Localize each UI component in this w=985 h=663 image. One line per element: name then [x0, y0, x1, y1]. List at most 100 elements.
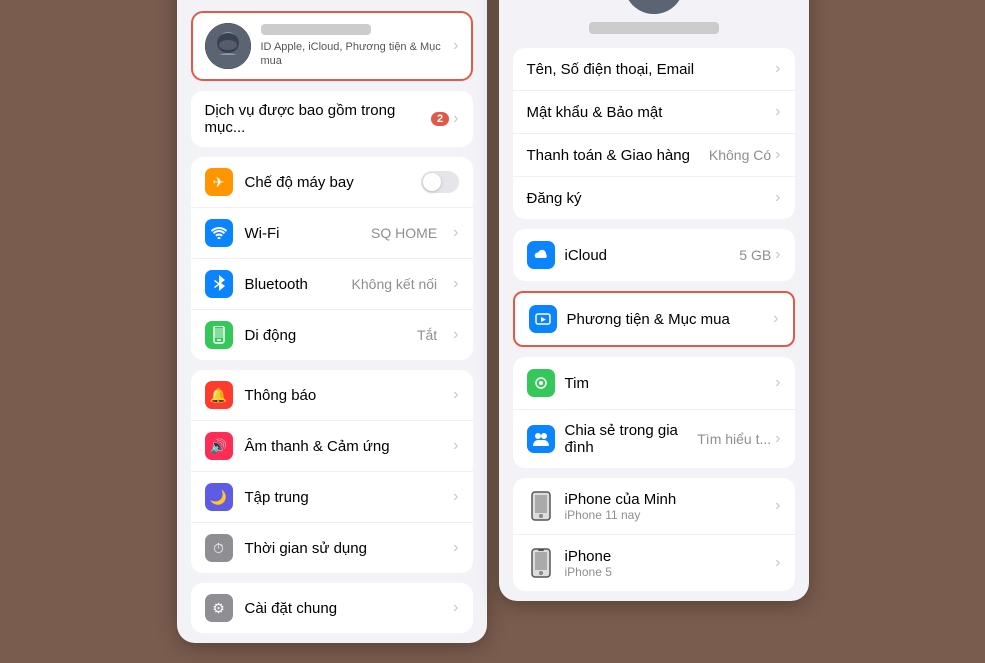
airplane-label: Chế độ máy bay — [245, 174, 409, 191]
screens-container: Cài đặt 🔍 Tìm kiếm — [157, 0, 829, 663]
icloud-label: iCloud — [565, 247, 740, 264]
profile-name-blurred — [261, 24, 371, 35]
right-row-payment-value: Không Có — [709, 147, 771, 163]
notification-icon: 🔔 — [205, 381, 233, 409]
general-icon: ⚙ — [205, 594, 233, 622]
settings-row-bluetooth[interactable]: Bluetooth Không kết nối › — [191, 259, 473, 310]
media-icon — [529, 305, 557, 333]
settings-row-screen-time[interactable]: ⏱ Thời gian sử dụng › — [191, 523, 473, 573]
icloud-value: 5 GB — [739, 247, 771, 263]
right-profile-section — [499, 0, 809, 48]
wifi-chevron: › — [453, 224, 458, 242]
notification-chevron: › — [453, 386, 458, 404]
profile-sub-text: ID Apple, iCloud, Phương tiện & Mục mua — [261, 40, 444, 69]
settings-row-airplane[interactable]: ✈ Chế độ máy bay — [191, 157, 473, 208]
right-more-section: Tim › Chia sẻ trong gia đình Tìm hiểu t.… — [513, 357, 795, 468]
settings-section-2: 🔔 Thông báo › 🔊 Âm thanh & Cảm ứng › 🌙 T… — [191, 370, 473, 573]
right-info-section: Tên, Số điện thoại, Email › Mật khẩu & B… — [513, 48, 795, 219]
focus-chevron: › — [453, 488, 458, 506]
profile-row[interactable]: ID Apple, iCloud, Phương tiện & Mục mua … — [191, 11, 473, 81]
general-chevron: › — [453, 599, 458, 617]
right-row-subscription[interactable]: Đăng ký › — [513, 177, 795, 219]
general-label: Cài đặt chung — [245, 600, 442, 617]
settings-section-1: ✈ Chế độ máy bay Wi-Fi SQ HOME › — [191, 157, 473, 360]
device-name-1: iPhone của Minh — [565, 491, 766, 508]
right-row-payment-chevron: › — [775, 146, 780, 164]
right-row-name-chevron: › — [775, 60, 780, 78]
icloud-chevron: › — [775, 246, 780, 264]
device-name-2: iPhone — [565, 548, 766, 565]
right-name-blurred — [589, 22, 719, 34]
right-avatar — [624, 0, 684, 14]
device-model-2: iPhone 5 — [565, 565, 766, 579]
wifi-value: SQ HOME — [371, 225, 437, 241]
devices-section: iPhone của Minh iPhone 11 nay › iPhone — [513, 478, 795, 591]
device-row-1[interactable]: iPhone của Minh iPhone 11 nay › — [513, 478, 795, 535]
right-row-subscription-label: Đăng ký — [527, 190, 776, 207]
right-row-password-label: Mật khẩu & Bảo mật — [527, 104, 776, 121]
settings-row-notification[interactable]: 🔔 Thông báo › — [191, 370, 473, 421]
service-label: Dịch vụ được bao gồm trong mục... — [205, 102, 432, 136]
right-row-password-chevron: › — [775, 103, 780, 121]
bluetooth-icon — [205, 270, 233, 298]
focus-icon: 🌙 — [205, 483, 233, 511]
highlighted-media-row[interactable]: Phương tiện & Mục mua › — [513, 291, 795, 347]
settings-row-wifi[interactable]: Wi-Fi SQ HOME › — [191, 208, 473, 259]
right-screen: ‹ Cài đặt ID Apple Tên, Số điện thoại, E… — [499, 0, 809, 601]
notification-label: Thông báo — [245, 387, 442, 404]
right-row-password[interactable]: Mật khẩu & Bảo mật › — [513, 91, 795, 134]
right-row-icloud[interactable]: iCloud 5 GB › — [513, 229, 795, 281]
media-label: Phương tiện & Mục mua — [567, 311, 774, 328]
settings-row-sound[interactable]: 🔊 Âm thanh & Cảm ứng › — [191, 421, 473, 472]
family-chevron: › — [775, 430, 780, 448]
mobile-icon — [205, 321, 233, 349]
mobile-chevron: › — [453, 326, 458, 344]
sound-label: Âm thanh & Cảm ứng — [245, 438, 442, 455]
settings-row-mobile[interactable]: Di động Tắt › — [191, 310, 473, 360]
family-label: Chia sẻ trong gia đình — [565, 422, 698, 456]
sound-icon: 🔊 — [205, 432, 233, 460]
screen-time-icon: ⏱ — [205, 534, 233, 562]
right-row-subscription-chevron: › — [775, 189, 780, 207]
service-chevron: › — [453, 110, 458, 128]
device-info-2: iPhone iPhone 5 — [565, 548, 766, 579]
avatar — [205, 23, 251, 69]
screen-time-chevron: › — [453, 539, 458, 557]
profile-chevron: › — [453, 37, 458, 55]
sound-chevron: › — [453, 437, 458, 455]
settings-row-general[interactable]: ⚙ Cài đặt chung › — [191, 583, 473, 633]
icloud-icon — [527, 241, 555, 269]
device-model-1: iPhone 11 nay — [565, 508, 766, 522]
media-chevron: › — [773, 310, 778, 328]
mobile-label: Di động — [245, 327, 405, 344]
mobile-value: Tắt — [417, 327, 437, 343]
airplane-toggle[interactable] — [421, 171, 459, 193]
right-cloud-section: iCloud 5 GB › — [513, 229, 795, 281]
right-row-family[interactable]: Chia sẻ trong gia đình Tìm hiểu t... › — [513, 410, 795, 468]
device-chevron-2: › — [775, 554, 780, 572]
focus-label: Tập trung — [245, 489, 442, 506]
service-badge: 2 — [431, 112, 449, 126]
right-row-payment-label: Thanh toán & Giao hàng — [527, 147, 709, 164]
tim-chevron: › — [775, 374, 780, 392]
right-row-name-phone[interactable]: Tên, Số điện thoại, Email › — [513, 48, 795, 91]
service-row[interactable]: Dịch vụ được bao gồm trong mục... 2 › — [191, 91, 473, 147]
device-icon-1 — [527, 488, 555, 524]
right-row-tim[interactable]: Tim › — [513, 357, 795, 410]
bluetooth-label: Bluetooth — [245, 276, 340, 293]
wifi-icon — [205, 219, 233, 247]
device-icon-2 — [527, 545, 555, 581]
bluetooth-value: Không kết nối — [352, 276, 438, 292]
tim-icon — [527, 369, 555, 397]
settings-section-3: ⚙ Cài đặt chung › — [191, 583, 473, 633]
device-info-1: iPhone của Minh iPhone 11 nay — [565, 491, 766, 522]
right-row-media[interactable]: Phương tiện & Mục mua › — [515, 293, 793, 345]
tim-label: Tim — [565, 375, 776, 392]
right-row-payment[interactable]: Thanh toán & Giao hàng Không Có › — [513, 134, 795, 177]
settings-row-focus[interactable]: 🌙 Tập trung › — [191, 472, 473, 523]
screen-time-label: Thời gian sử dụng — [245, 540, 442, 557]
family-icon — [527, 425, 555, 453]
device-row-2[interactable]: iPhone iPhone 5 › — [513, 535, 795, 591]
device-chevron-1: › — [775, 497, 780, 515]
airplane-icon: ✈ — [205, 168, 233, 196]
